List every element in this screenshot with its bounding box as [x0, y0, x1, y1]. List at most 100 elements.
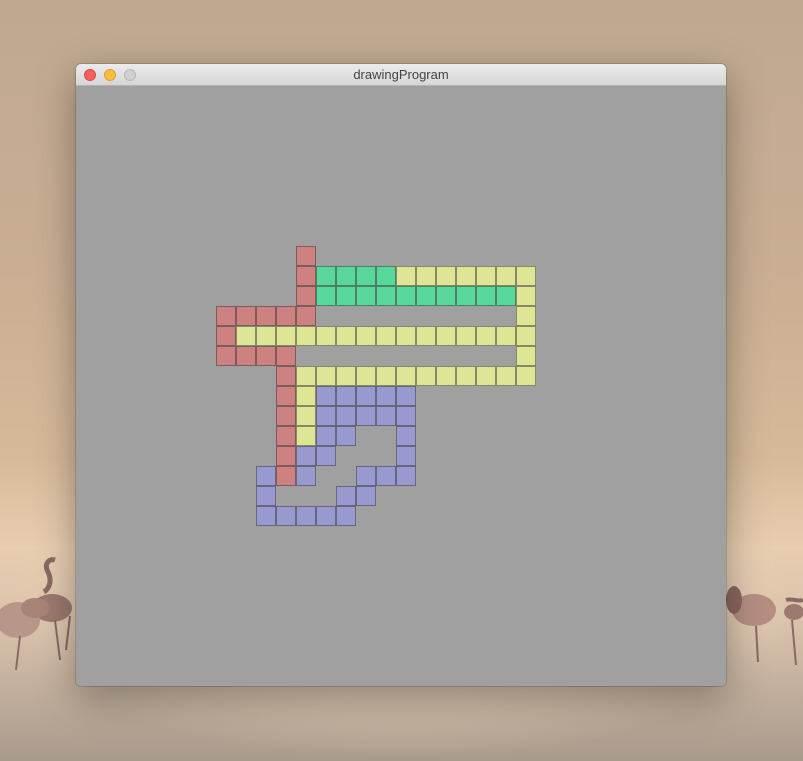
grid-cell-red[interactable]	[296, 286, 316, 306]
grid-cell-blue[interactable]	[356, 466, 376, 486]
grid-cell-blue[interactable]	[256, 486, 276, 506]
grid-cell-red[interactable]	[276, 406, 296, 426]
grid-cell-yellow[interactable]	[396, 326, 416, 346]
grid-cell-red[interactable]	[236, 346, 256, 366]
grid-cell-yellow[interactable]	[356, 366, 376, 386]
grid-cell-red[interactable]	[256, 346, 276, 366]
grid-cell-blue[interactable]	[336, 386, 356, 406]
grid-cell-red[interactable]	[276, 386, 296, 406]
grid-cell-blue[interactable]	[396, 386, 416, 406]
grid-cell-blue[interactable]	[276, 506, 296, 526]
grid-cell-green[interactable]	[496, 286, 516, 306]
grid-cell-yellow[interactable]	[376, 326, 396, 346]
grid-cell-green[interactable]	[396, 286, 416, 306]
grid-cell-yellow[interactable]	[456, 326, 476, 346]
grid-cell-blue[interactable]	[256, 506, 276, 526]
grid-cell-yellow[interactable]	[456, 266, 476, 286]
drawing-canvas[interactable]	[76, 86, 726, 686]
grid-cell-red[interactable]	[276, 466, 296, 486]
grid-cell-yellow[interactable]	[516, 366, 536, 386]
grid-cell-blue[interactable]	[336, 426, 356, 446]
grid-cell-red[interactable]	[296, 266, 316, 286]
grid-cell-yellow[interactable]	[296, 326, 316, 346]
grid-cell-green[interactable]	[336, 266, 356, 286]
grid-cell-green[interactable]	[456, 286, 476, 306]
grid-cell-yellow[interactable]	[336, 366, 356, 386]
grid-cell-red[interactable]	[276, 366, 296, 386]
grid-cell-yellow[interactable]	[396, 366, 416, 386]
grid-cell-green[interactable]	[356, 266, 376, 286]
grid-cell-yellow[interactable]	[376, 366, 396, 386]
grid-cell-blue[interactable]	[296, 466, 316, 486]
grid-cell-yellow[interactable]	[276, 326, 296, 346]
grid-cell-red[interactable]	[296, 246, 316, 266]
grid-cell-yellow[interactable]	[336, 326, 356, 346]
grid-cell-red[interactable]	[236, 306, 256, 326]
grid-cell-blue[interactable]	[336, 486, 356, 506]
grid-cell-red[interactable]	[216, 306, 236, 326]
grid-cell-green[interactable]	[376, 266, 396, 286]
grid-cell-red[interactable]	[256, 306, 276, 326]
grid-cell-green[interactable]	[476, 286, 496, 306]
grid-cell-blue[interactable]	[296, 446, 316, 466]
grid-cell-yellow[interactable]	[396, 266, 416, 286]
grid-cell-blue[interactable]	[316, 386, 336, 406]
grid-cell-yellow[interactable]	[496, 366, 516, 386]
grid-cell-yellow[interactable]	[516, 306, 536, 326]
grid-cell-yellow[interactable]	[516, 266, 536, 286]
grid-cell-green[interactable]	[316, 266, 336, 286]
grid-cell-green[interactable]	[336, 286, 356, 306]
grid-cell-yellow[interactable]	[516, 326, 536, 346]
grid-cell-green[interactable]	[316, 286, 336, 306]
grid-cell-yellow[interactable]	[316, 366, 336, 386]
grid-cell-red[interactable]	[276, 446, 296, 466]
grid-cell-yellow[interactable]	[476, 266, 496, 286]
grid-cell-blue[interactable]	[296, 506, 316, 526]
grid-cell-blue[interactable]	[336, 406, 356, 426]
grid-cell-blue[interactable]	[376, 386, 396, 406]
grid-cell-yellow[interactable]	[256, 326, 276, 346]
grid-cell-yellow[interactable]	[516, 346, 536, 366]
grid-cell-yellow[interactable]	[456, 366, 476, 386]
grid-cell-red[interactable]	[276, 346, 296, 366]
grid-cell-yellow[interactable]	[356, 326, 376, 346]
grid-cell-blue[interactable]	[396, 446, 416, 466]
grid-cell-yellow[interactable]	[436, 366, 456, 386]
grid-cell-green[interactable]	[416, 286, 436, 306]
grid-cell-red[interactable]	[276, 306, 296, 326]
grid-cell-yellow[interactable]	[496, 266, 516, 286]
grid-cell-blue[interactable]	[316, 446, 336, 466]
grid-cell-blue[interactable]	[376, 466, 396, 486]
grid-cell-blue[interactable]	[316, 506, 336, 526]
grid-cell-yellow[interactable]	[436, 326, 456, 346]
grid-cell-blue[interactable]	[356, 386, 376, 406]
grid-cell-red[interactable]	[276, 426, 296, 446]
grid-cell-yellow[interactable]	[476, 326, 496, 346]
grid-cell-yellow[interactable]	[496, 326, 516, 346]
grid-cell-blue[interactable]	[356, 406, 376, 426]
grid-cell-yellow[interactable]	[296, 406, 316, 426]
grid-cell-blue[interactable]	[376, 406, 396, 426]
grid-cell-blue[interactable]	[316, 406, 336, 426]
grid-cell-blue[interactable]	[356, 486, 376, 506]
grid-cell-blue[interactable]	[316, 426, 336, 446]
grid-cell-red[interactable]	[296, 306, 316, 326]
grid-cell-red[interactable]	[216, 326, 236, 346]
grid-cell-yellow[interactable]	[296, 366, 316, 386]
grid-cell-green[interactable]	[436, 286, 456, 306]
grid-cell-yellow[interactable]	[516, 286, 536, 306]
grid-cell-yellow[interactable]	[316, 326, 336, 346]
grid-cell-yellow[interactable]	[436, 266, 456, 286]
grid-cell-blue[interactable]	[336, 506, 356, 526]
grid-cell-yellow[interactable]	[416, 266, 436, 286]
grid-cell-yellow[interactable]	[416, 366, 436, 386]
grid-cell-yellow[interactable]	[416, 326, 436, 346]
grid-cell-yellow[interactable]	[476, 366, 496, 386]
grid-cell-red[interactable]	[216, 346, 236, 366]
title-bar[interactable]: drawingProgram	[76, 64, 726, 86]
grid-cell-blue[interactable]	[396, 466, 416, 486]
grid-cell-blue[interactable]	[396, 406, 416, 426]
grid-cell-blue[interactable]	[256, 466, 276, 486]
grid-cell-green[interactable]	[356, 286, 376, 306]
grid-cell-green[interactable]	[376, 286, 396, 306]
